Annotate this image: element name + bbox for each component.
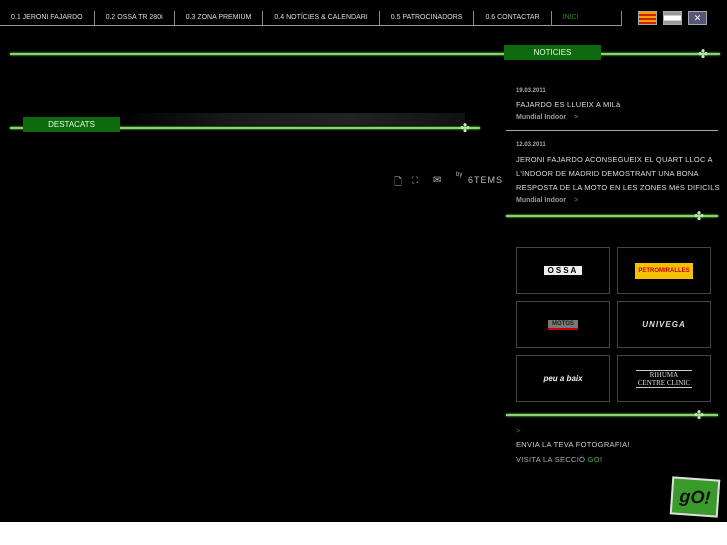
arrow-icon: > <box>574 114 579 121</box>
clover-icon: ✤ <box>694 209 705 223</box>
clover-icon: ✤ <box>460 121 471 135</box>
flag-catala-icon[interactable] <box>638 11 657 25</box>
news-title[interactable]: FAJARDO ES LLUEIX A MILà <box>516 98 721 112</box>
promo-text: VISITA LA SECCIÓ <box>516 455 588 464</box>
promo-text: ! <box>599 455 603 464</box>
flag-espanol-icon[interactable] <box>663 11 682 25</box>
rihuma-logo: RIHUMA CENTRE CLINIC <box>636 369 692 388</box>
sponsor-rihuma[interactable]: RIHUMA CENTRE CLINIC <box>617 355 711 402</box>
sitemap-icon[interactable]: ⛶ <box>412 175 418 186</box>
news-date: 12.03.2011 <box>516 142 546 148</box>
nav-contactar[interactable]: 0.6 CONTACTAR <box>474 11 552 26</box>
nav-zona-premium[interactable]: 0.3 ZONA PREMIUM <box>175 11 264 26</box>
news-title[interactable]: JERONI FAJARDO ACONSEGUEIX EL QUART LLOC… <box>516 153 721 195</box>
arrow-icon: > <box>516 426 521 435</box>
sponsor-peu-a-baix[interactable]: peu a baix <box>516 355 610 402</box>
sponsor-ossa[interactable]: OSSA <box>516 247 610 294</box>
document-icon[interactable]: 🗋 <box>394 175 402 192</box>
nav-ossa[interactable]: 0.2 OSSA TR 280i <box>95 11 175 26</box>
petromiralles-logo: PETROMIRALLES <box>635 262 693 279</box>
promo-line-2[interactable]: VISITA LA SECCIÓ GO! <box>516 455 602 464</box>
peuabaix-logo: peu a baix <box>543 374 583 383</box>
news-link-label: Mundial Indoor <box>516 114 567 121</box>
divider <box>10 53 720 55</box>
sponsor-univega[interactable]: UNIVEGA <box>617 301 711 348</box>
divider <box>506 414 718 416</box>
sponsor-motos[interactable]: MOTOS <box>516 301 610 348</box>
go-link[interactable]: GO <box>588 455 600 464</box>
noticies-header: NOTICIES <box>504 45 601 60</box>
promo-line-1: ENVIA LA TEVA FOTOGRAFIA! <box>516 440 630 449</box>
main-nav: 0.1 JERONI FAJARDO 0.2 OSSA TR 280i 0.3 … <box>0 11 622 26</box>
sponsor-petromiralles[interactable]: PETROMIRALLES <box>617 247 711 294</box>
destacats-header: DESTACATS <box>23 117 120 132</box>
divider <box>506 130 718 131</box>
news-link[interactable]: Mundial Indoor > <box>516 197 578 204</box>
news-link[interactable]: Mundial Indoor > <box>516 114 578 121</box>
clover-icon: ✤ <box>694 408 705 422</box>
6tems-logo[interactable]: 6TEMS <box>468 175 503 185</box>
ossa-logo: OSSA <box>543 266 583 275</box>
nav-patrocinadors[interactable]: 0.5 PATROCINADORS <box>380 11 475 26</box>
destacats-banner <box>120 113 465 125</box>
nav-inici[interactable]: INICI <box>552 11 622 26</box>
mail-icon[interactable]: ✉ <box>433 175 441 186</box>
univega-logo: UNIVEGA <box>642 320 686 329</box>
arrow-icon: > <box>574 197 579 204</box>
nav-noticies[interactable]: 0.4 NOTÍCIES & CALENDARI <box>263 11 380 26</box>
nav-jeroni-fajardo[interactable]: 0.1 JERONI FAJARDO <box>0 11 95 26</box>
flag-english-icon[interactable]: ✕ <box>688 11 707 25</box>
news-link-label: Mundial Indoor <box>516 197 567 204</box>
go-button[interactable]: gO! <box>669 476 721 518</box>
page: 0.1 JERONI FAJARDO 0.2 OSSA TR 280i 0.3 … <box>0 0 727 522</box>
divider <box>506 215 718 217</box>
by-label: by <box>456 172 463 178</box>
news-date: 19.03.2011 <box>516 88 546 94</box>
motos-logo: MOTOS <box>548 319 578 330</box>
clover-icon: ✤ <box>698 47 709 61</box>
